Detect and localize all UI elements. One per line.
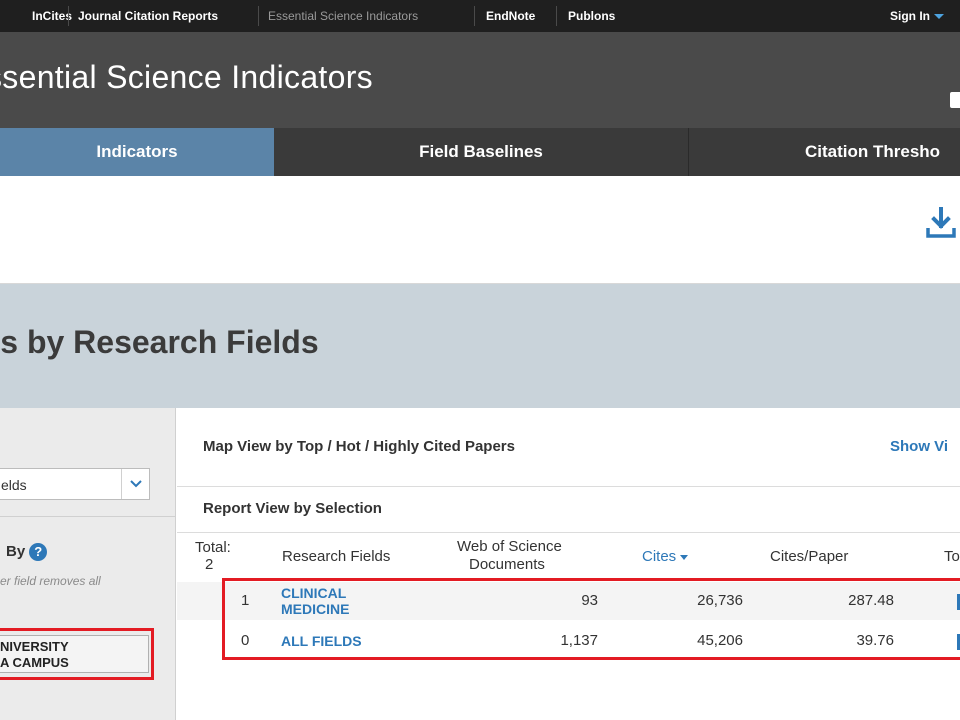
header-tool-icon[interactable]: [950, 92, 960, 108]
column-header-documents-line1: Web of Science: [457, 538, 562, 555]
sign-in-label: Sign In: [890, 9, 930, 23]
tab-field-baselines[interactable]: Field Baselines: [274, 128, 688, 176]
download-icon[interactable]: [924, 206, 958, 240]
toolbar: [0, 176, 960, 284]
column-header-documents[interactable]: Web of Science Documents: [457, 538, 562, 574]
product-link-incites[interactable]: InCites: [32, 0, 72, 32]
chevron-down-icon: [934, 14, 944, 20]
column-header-research-fields[interactable]: Research Fields: [282, 548, 390, 566]
filter-by-label: By?: [6, 543, 48, 562]
research-field-link-line1: CLINICAL: [281, 585, 347, 601]
product-link-esi[interactable]: Essential Science Indicators: [268, 0, 418, 32]
column-header-cites-per-paper[interactable]: Cites/Paper: [770, 548, 848, 566]
column-header-documents-line2: Documents: [469, 556, 545, 573]
column-header-cites[interactable]: Cites: [642, 548, 689, 566]
institution-filter-chip[interactable]: NIVERSITY A CAMPUS: [0, 635, 149, 673]
results-panel: Map View by Top / Hot / Highly Cited Pap…: [177, 408, 960, 720]
research-field-select[interactable]: elds: [0, 468, 150, 500]
filter-note: er field removes all: [0, 574, 101, 588]
product-divider: [258, 6, 259, 26]
section-divider: [177, 486, 960, 487]
product-link-endnote[interactable]: EndNote: [486, 0, 535, 32]
page-heading-band: ers by Research Fields: [0, 284, 960, 408]
show-visualization-link[interactable]: Show Vi: [890, 438, 948, 455]
sign-in-menu[interactable]: Sign In: [890, 0, 944, 32]
chevron-down-icon: [130, 480, 142, 488]
documents-count: 1,137: [560, 632, 598, 649]
column-header-top-papers[interactable]: To: [944, 548, 960, 566]
research-field-link[interactable]: ALL FIELDS: [281, 633, 362, 649]
column-header-cites-label: Cites: [642, 548, 677, 565]
table-row[interactable]: 0 ALL FIELDS 1,137 45,206 39.76: [177, 622, 960, 660]
app-title: ssential Science Indicators: [0, 59, 373, 95]
section-divider: [177, 532, 960, 533]
cites-count: 45,206: [697, 632, 743, 649]
filter-sidebar: elds By? er field removes all NIVERSITY …: [0, 408, 176, 720]
total-count: 2: [205, 556, 214, 573]
select-toggle[interactable]: [121, 469, 149, 499]
tab-citation-thresholds[interactable]: Citation Thresho: [689, 128, 960, 176]
product-link-jcr[interactable]: Journal Citation Reports: [78, 0, 218, 32]
product-divider: [68, 6, 69, 26]
product-bar: InCites Journal Citation Reports Essenti…: [0, 0, 960, 32]
sort-desc-icon: [680, 554, 689, 560]
app-header: ssential Science Indicators: [0, 32, 960, 128]
product-divider: [474, 6, 475, 26]
research-field-link[interactable]: CLINICAL MEDICINE: [281, 585, 349, 617]
filter-by-text: By: [6, 543, 26, 560]
research-field-select-value: elds: [1, 477, 27, 493]
report-view-label: Report View by Selection: [203, 500, 382, 517]
row-index: 0: [241, 632, 250, 649]
page-title: ers by Research Fields: [0, 324, 319, 360]
product-link-publons[interactable]: Publons: [568, 0, 615, 32]
cites-count: 26,736: [697, 592, 743, 609]
help-icon[interactable]: ?: [29, 543, 48, 562]
research-field-link-line2: MEDICINE: [281, 601, 350, 617]
row-index: 1: [241, 592, 250, 609]
cites-per-paper-value: 39.76: [856, 632, 894, 649]
total-label: Total:: [195, 539, 231, 556]
institution-name-line: NIVERSITY: [0, 639, 69, 654]
sidebar-divider: [0, 516, 176, 517]
table-row[interactable]: 1 CLINICAL MEDICINE 93 26,736 287.48: [177, 582, 960, 620]
institution-filter-highlight: NIVERSITY A CAMPUS: [0, 628, 154, 680]
cites-per-paper-value: 287.48: [848, 592, 894, 609]
main-nav: Indicators Field Baselines Citation Thre…: [0, 128, 960, 176]
institution-name-line: A CAMPUS: [0, 655, 69, 670]
map-view-label: Map View by Top / Hot / Highly Cited Pap…: [203, 438, 515, 455]
product-divider: [556, 6, 557, 26]
documents-count: 93: [581, 592, 598, 609]
tab-indicators[interactable]: Indicators: [0, 128, 274, 176]
